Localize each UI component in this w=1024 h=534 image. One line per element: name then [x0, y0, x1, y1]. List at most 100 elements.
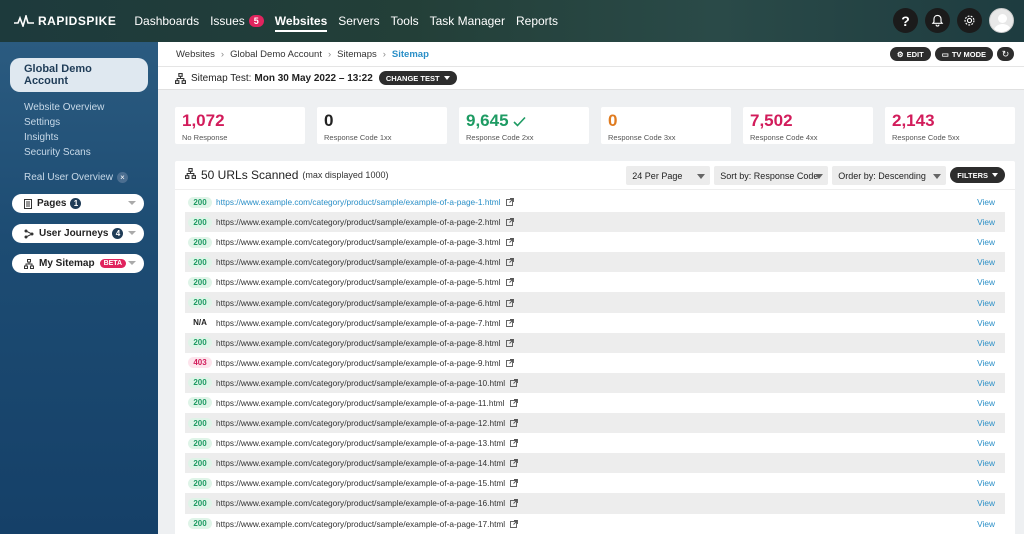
edit-button[interactable]: ⚙ EDIT [889, 47, 931, 61]
url-link[interactable]: https://www.example.com/category/product… [216, 197, 501, 207]
status-code-badge: 200 [188, 236, 212, 248]
sidebar-item-security-scans[interactable]: Security Scans [24, 145, 158, 160]
refresh-icon[interactable]: ↻ [997, 47, 1014, 61]
sort-select[interactable]: Sort by: Response Code [714, 166, 829, 185]
url-link[interactable]: https://www.example.com/category/product… [216, 257, 501, 267]
user-journeys-dropdown[interactable]: User Journeys 4 [12, 224, 144, 243]
view-link[interactable]: View [977, 197, 995, 207]
view-link[interactable]: View [977, 458, 995, 468]
gear-icon[interactable] [957, 8, 982, 33]
url-link[interactable]: https://www.example.com/category/product… [216, 277, 501, 287]
external-link-icon[interactable] [510, 419, 519, 428]
url-link[interactable]: https://www.example.com/category/product… [216, 217, 501, 227]
url-link[interactable]: https://www.example.com/category/product… [216, 478, 505, 488]
external-link-icon[interactable] [510, 519, 519, 528]
tv-mode-button[interactable]: ▭ TV MODE [934, 47, 993, 61]
external-link-icon[interactable] [505, 358, 514, 367]
nav-task-manager[interactable]: Task Manager [430, 10, 505, 32]
view-link[interactable]: View [977, 398, 995, 408]
stat-card-4xx[interactable]: 7,502 Response Code 4xx [743, 107, 873, 144]
view-link[interactable]: View [977, 257, 995, 267]
url-row: 200 https://www.example.com/category/prod… [185, 473, 1005, 493]
view-link[interactable]: View [977, 478, 995, 488]
sidebar-item-insights[interactable]: Insights [24, 130, 158, 145]
view-link[interactable]: View [977, 519, 995, 529]
view-link[interactable]: View [977, 378, 995, 388]
close-icon[interactable]: × [116, 172, 128, 183]
url-link[interactable]: https://www.example.com/category/product… [216, 237, 501, 247]
check-icon [512, 116, 526, 127]
account-name[interactable]: Global Demo Account [10, 58, 148, 92]
view-link[interactable]: View [977, 438, 995, 448]
external-link-icon[interactable] [505, 318, 514, 327]
sidebar-item-settings[interactable]: Settings [24, 115, 158, 130]
nav-servers[interactable]: Servers [338, 10, 379, 32]
url-link[interactable]: https://www.example.com/category/product… [216, 458, 505, 468]
breadcrumb-websites[interactable]: Websites [176, 49, 215, 60]
view-link[interactable]: View [977, 498, 995, 508]
external-link-icon[interactable] [510, 439, 519, 448]
url-link[interactable]: https://www.example.com/category/product… [216, 438, 505, 448]
nav-websites[interactable]: Websites [274, 10, 328, 32]
breadcrumb-sitemaps[interactable]: Sitemaps [337, 49, 377, 60]
view-link[interactable]: View [977, 277, 995, 287]
external-link-icon[interactable] [505, 298, 514, 307]
url-link[interactable]: https://www.example.com/category/product… [216, 318, 501, 328]
view-link[interactable]: View [977, 217, 995, 227]
external-link-icon[interactable] [509, 399, 518, 407]
view-link[interactable]: View [977, 298, 995, 308]
external-link-icon[interactable] [505, 218, 514, 227]
rapidspike-logo[interactable]: RAPIDSPIKE [14, 14, 116, 28]
per-page-select[interactable]: 24 Per Page [626, 166, 711, 185]
nav-issues[interactable]: Issues 5 [210, 10, 264, 32]
external-link-icon[interactable] [510, 499, 519, 508]
bell-icon[interactable] [925, 8, 950, 33]
user-avatar[interactable] [989, 8, 1014, 33]
url-link[interactable]: https://www.example.com/category/product… [216, 398, 505, 408]
url-link[interactable]: https://www.example.com/category/product… [216, 418, 505, 428]
url-link[interactable]: https://www.example.com/category/product… [216, 498, 505, 508]
url-list: 200 https://www.example.com/category/prod… [175, 190, 1015, 534]
breadcrumb-account[interactable]: Global Demo Account [230, 49, 322, 60]
external-link-icon[interactable] [505, 278, 514, 287]
sidebar: Global Demo Account Website Overview Set… [0, 42, 158, 534]
nav-dashboards[interactable]: Dashboards [134, 10, 199, 32]
order-select[interactable]: Order by: Descending [832, 166, 947, 185]
chevron-right-icon: › [327, 48, 332, 60]
external-link-icon[interactable] [505, 338, 514, 347]
sidebar-item-website-overview[interactable]: Website Overview [24, 100, 158, 115]
stat-card-no-response[interactable]: 1,072 No Response [175, 107, 305, 144]
pages-dropdown[interactable]: Pages 1 [12, 194, 144, 213]
tv-icon: ▭ [941, 49, 949, 59]
stat-card-3xx[interactable]: 0 Response Code 3xx [601, 107, 731, 144]
sidebar-item-real-user-overview[interactable]: Real User Overview × [0, 172, 158, 183]
url-link[interactable]: https://www.example.com/category/product… [216, 298, 501, 308]
url-link[interactable]: https://www.example.com/category/product… [216, 358, 501, 368]
stat-card-1xx[interactable]: 0 Response Code 1xx [317, 107, 447, 144]
url-row: N/A https://www.example.com/category/prod… [185, 313, 1005, 333]
view-link[interactable]: View [977, 418, 995, 428]
my-sitemap-dropdown[interactable]: My Sitemap BETA [12, 254, 144, 273]
view-link[interactable]: View [977, 237, 995, 247]
panel-title: 50 URLs Scanned [201, 168, 299, 182]
filters-button[interactable]: FILTERS [950, 167, 1005, 183]
external-link-icon[interactable] [505, 238, 514, 247]
nav-tools[interactable]: Tools [391, 10, 419, 32]
external-link-icon[interactable] [505, 198, 514, 206]
url-link[interactable]: https://www.example.com/category/product… [216, 338, 501, 348]
main-content: Websites › Global Demo Account › Sitemap… [158, 42, 1024, 534]
change-test-button[interactable]: CHANGE TEST [378, 71, 457, 85]
help-icon[interactable]: ? [893, 8, 918, 33]
view-link[interactable]: View [977, 318, 995, 328]
external-link-icon[interactable] [510, 378, 519, 387]
external-link-icon[interactable] [510, 459, 519, 468]
view-link[interactable]: View [977, 338, 995, 348]
stat-card-2xx[interactable]: 9,645 Response Code 2xx [459, 107, 589, 144]
view-link[interactable]: View [977, 358, 995, 368]
external-link-icon[interactable] [510, 479, 519, 488]
url-link[interactable]: https://www.example.com/category/product… [216, 519, 505, 529]
nav-reports[interactable]: Reports [516, 10, 558, 32]
external-link-icon[interactable] [505, 258, 514, 267]
stat-card-5xx[interactable]: 2,143 Response Code 5xx [885, 107, 1015, 144]
url-link[interactable]: https://www.example.com/category/product… [216, 378, 505, 388]
